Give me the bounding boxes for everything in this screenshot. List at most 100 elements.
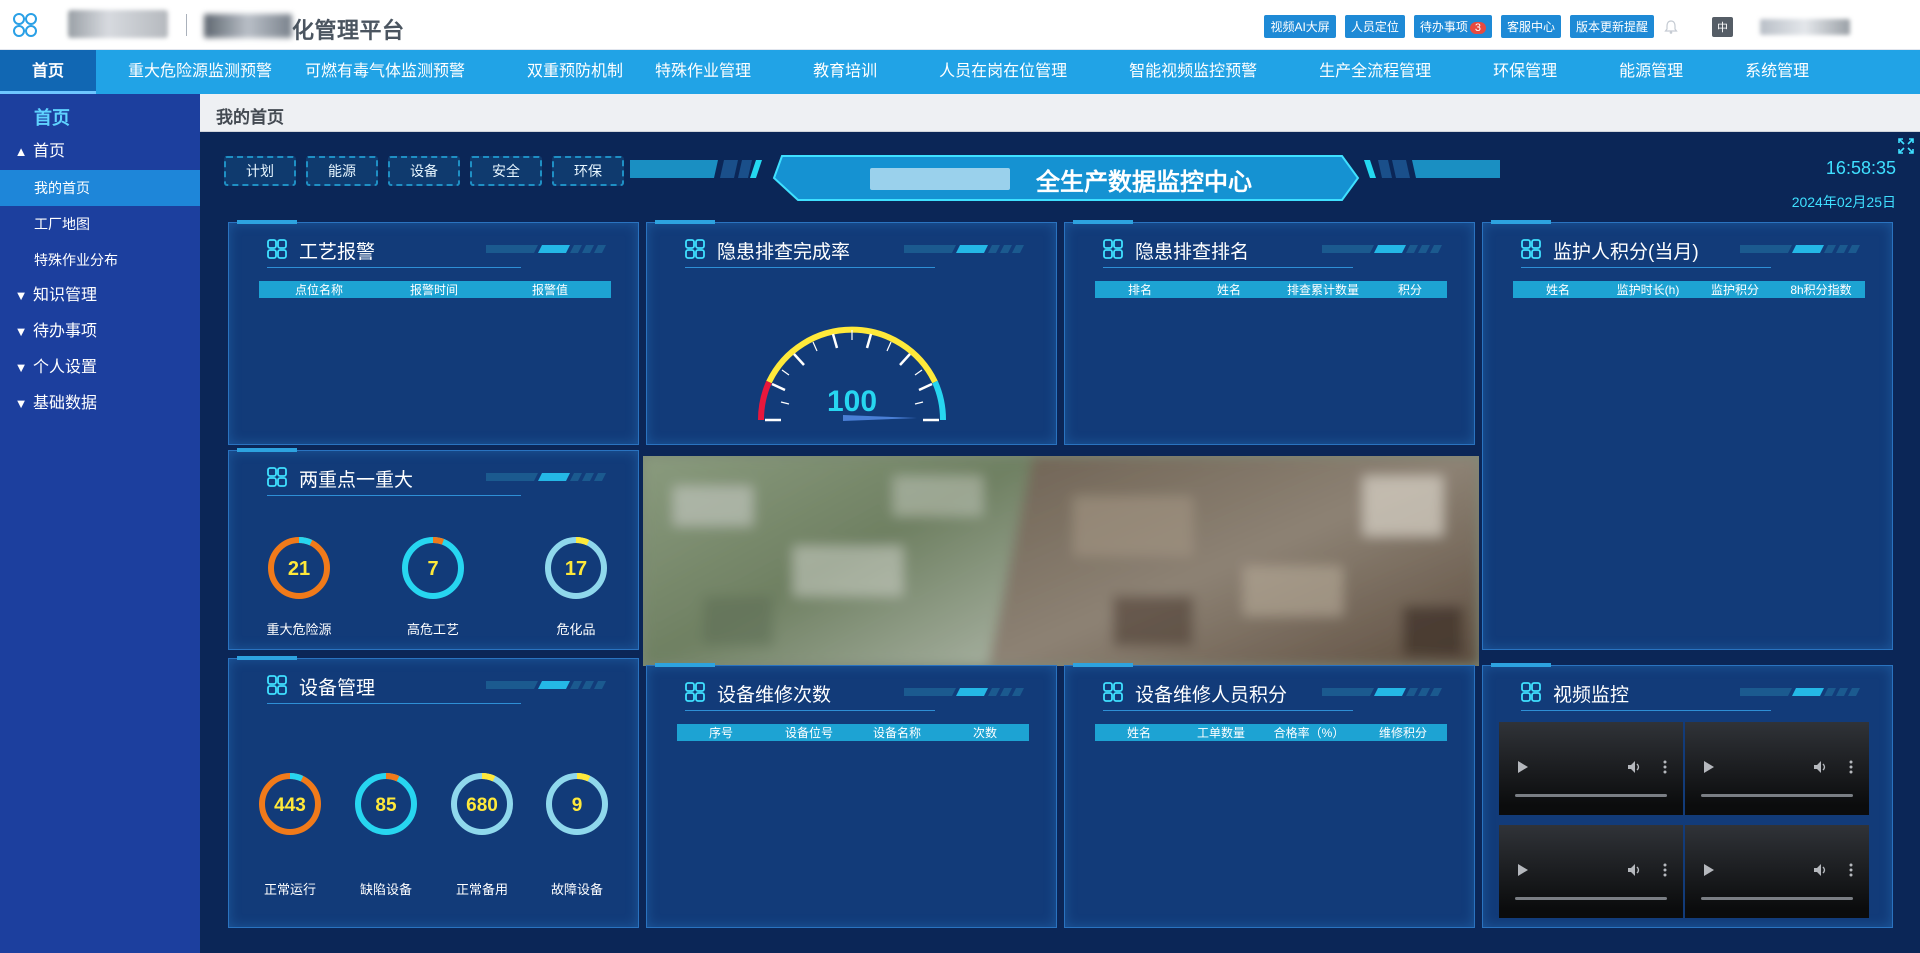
ring-hazardous-chemicals[interactable]: 17 危化品 — [526, 535, 626, 638]
ring-chart: 680 — [451, 773, 513, 835]
ring-normal-standby[interactable]: 680 正常备用 — [437, 771, 527, 898]
ring-defect-equipment[interactable]: 85 缺陷设备 — [341, 771, 431, 898]
video-progress-bar[interactable] — [1701, 897, 1853, 900]
volume-icon[interactable] — [1813, 760, 1829, 774]
sidebar-item-factory-map[interactable]: 工厂地图 — [0, 206, 200, 242]
gauge-value: 100 — [826, 385, 878, 418]
play-icon[interactable] — [1517, 760, 1529, 774]
video-progress-bar[interactable] — [1515, 794, 1667, 797]
panel-repair-points: 设备维修人员积分 姓名 工单数量 合格率（%） 维修积分 — [1064, 663, 1475, 928]
ring-chart: 7 — [402, 536, 464, 599]
sidebar: 首页 ▲ 首页 我的首页 工厂地图 特殊作业分布 ▼ 知识管理 ▼ 待办事项 ▼… — [0, 94, 200, 953]
ring-faulty-equipment[interactable]: 9 故障设备 — [532, 771, 622, 898]
play-icon[interactable] — [1703, 760, 1715, 774]
personnel-location-button[interactable]: 人员定位 — [1344, 15, 1405, 38]
service-center-button[interactable]: 客服中心 — [1500, 15, 1561, 38]
nav-energy[interactable]: 能源管理 — [1589, 50, 1715, 94]
tab-equipment[interactable]: 设备 — [388, 156, 460, 186]
tab-energy[interactable]: 能源 — [306, 156, 378, 186]
ring-value: 17 — [565, 558, 587, 580]
fullscreen-icon[interactable] — [1898, 138, 1914, 154]
sidebar-group-home[interactable]: ▲ 首页 — [0, 134, 200, 170]
sidebar-item-my-home[interactable]: 我的首页 — [0, 170, 200, 206]
panel-deco — [1740, 245, 1860, 253]
play-icon[interactable] — [1703, 863, 1715, 877]
column-header: 积分 — [1397, 283, 1422, 297]
sidebar-group-base-data[interactable]: ▼ 基础数据 — [0, 386, 200, 422]
nav-special-work[interactable]: 特殊作业管理 — [655, 50, 783, 94]
video-ai-screen-button[interactable]: 视频AI大屏 — [1264, 15, 1336, 38]
sidebar-group-label: 待办事项 — [33, 323, 98, 340]
nav-production-flow[interactable]: 生产全流程管理 — [1289, 50, 1463, 94]
grid-icon — [685, 682, 705, 702]
panel-title: 隐患排查排名 — [1135, 242, 1250, 263]
nav-personnel-post[interactable]: 人员在岗在位管理 — [909, 50, 1099, 94]
sidebar-group-label: 基础数据 — [33, 395, 98, 412]
sidebar-home-title[interactable]: 首页 — [0, 94, 200, 134]
nav-video-monitor[interactable]: 智能视频监控预警 — [1099, 50, 1289, 94]
more-options-icon[interactable] — [1663, 863, 1667, 877]
nav-home[interactable]: 首页 — [0, 50, 96, 94]
sidebar-item-special-work-distribution[interactable]: 特殊作业分布 — [0, 242, 200, 278]
panel-title: 监护人积分(当月) — [1553, 242, 1699, 263]
grid-icon — [1103, 682, 1123, 702]
panel-deco — [904, 688, 1024, 696]
table-header: 序号 设备位号 设备名称 次数 — [677, 724, 1029, 741]
more-options-icon[interactable] — [1849, 863, 1853, 877]
ring-chart: 9 — [546, 773, 608, 835]
column-header: 工单数量 — [1196, 726, 1245, 740]
triangle-down-icon: ▼ — [14, 360, 28, 375]
video-player-3[interactable] — [1499, 825, 1683, 918]
panel-deco — [1740, 688, 1860, 696]
panel-deco — [904, 245, 1024, 253]
column-header: 姓名 — [1216, 283, 1241, 297]
ring-label: 缺陷设备 — [359, 882, 412, 897]
volume-icon[interactable] — [1813, 863, 1829, 877]
column-header: 序号 — [708, 726, 733, 740]
table-header: 姓名 工单数量 合格率（%） 维修积分 — [1095, 724, 1447, 741]
column-header: 姓名 — [1545, 283, 1570, 297]
tab-environment[interactable]: 环保 — [552, 156, 624, 186]
ring-value: 443 — [274, 795, 306, 816]
panel-title: 两重点一重大 — [299, 470, 414, 491]
sidebar-group-personal-settings[interactable]: ▼ 个人设置 — [0, 350, 200, 386]
ring-major-hazard[interactable]: 21 重大危险源 — [249, 535, 349, 638]
todo-button[interactable]: 待办事项 3 — [1413, 15, 1492, 38]
version-update-button[interactable]: 版本更新提醒 — [1569, 15, 1654, 38]
volume-icon[interactable] — [1627, 863, 1643, 877]
video-player-4[interactable] — [1685, 825, 1869, 918]
sidebar-group-knowledge[interactable]: ▼ 知识管理 — [0, 278, 200, 314]
volume-icon[interactable] — [1627, 760, 1643, 774]
panel-underline — [1103, 267, 1353, 268]
play-icon[interactable] — [1517, 863, 1529, 877]
ring-normal-running[interactable]: 443 正常运行 — [245, 771, 335, 898]
tab-safety[interactable]: 安全 — [470, 156, 542, 186]
more-options-icon[interactable] — [1849, 760, 1853, 774]
nav-major-hazard[interactable]: 重大危险源监测预警 — [96, 50, 305, 94]
nav-toxic-gas[interactable]: 可燃有毒气体监测预警 — [305, 50, 497, 94]
nav-environment[interactable]: 环保管理 — [1463, 50, 1589, 94]
panel-deco — [1322, 688, 1442, 696]
panel-underline — [267, 703, 521, 704]
panel-title: 工艺报警 — [299, 242, 376, 263]
nav-dual-prevention[interactable]: 双重预防机制 — [497, 50, 655, 94]
factory-map-image[interactable] — [643, 456, 1479, 666]
ring-high-risk-process[interactable]: 7 高危工艺 — [383, 535, 483, 638]
app-grid-icon[interactable] — [12, 12, 38, 38]
video-player-2[interactable] — [1685, 722, 1869, 815]
bell-icon[interactable] — [1663, 19, 1679, 35]
nav-training[interactable]: 教育培训 — [783, 50, 909, 94]
more-options-icon[interactable] — [1663, 760, 1667, 774]
video-progress-bar[interactable] — [1701, 794, 1853, 797]
company-logo — [68, 10, 168, 38]
nav-system[interactable]: 系统管理 — [1715, 50, 1809, 94]
dashboard: 计划 能源 设备 安全 环保 全生产数据监控中心 16:58:35 2024年0… — [200, 132, 1920, 953]
ring-label: 危化品 — [556, 622, 596, 637]
video-player-1[interactable] — [1499, 722, 1683, 815]
sidebar-group-todo[interactable]: ▼ 待办事项 — [0, 314, 200, 350]
video-progress-bar[interactable] — [1515, 897, 1667, 900]
language-switch[interactable]: 中 — [1712, 16, 1733, 37]
user-menu[interactable] — [1760, 18, 1850, 35]
tab-plan[interactable]: 计划 — [224, 156, 296, 186]
panel-video-monitor: 视频监控 — [1482, 663, 1893, 928]
